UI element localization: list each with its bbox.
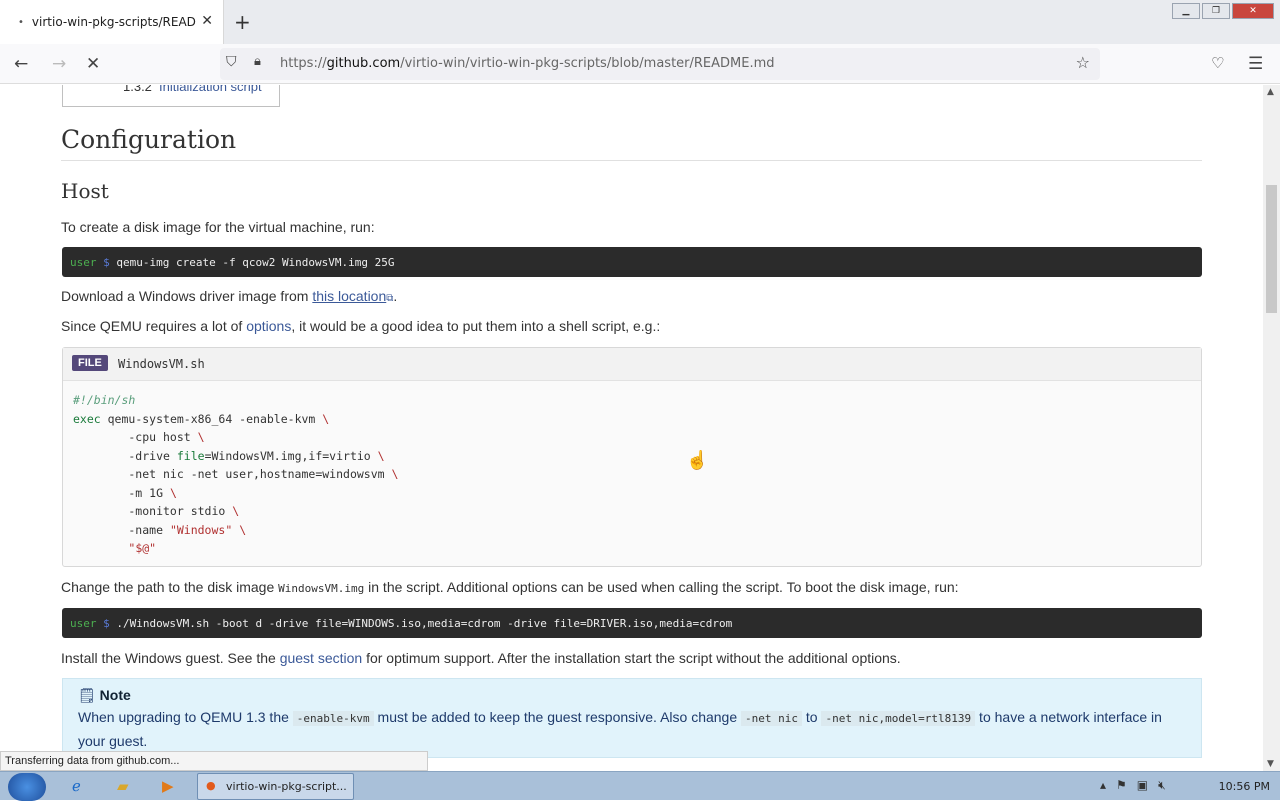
divider (61, 160, 1202, 161)
vertical-scrollbar[interactable]: ▲ ▼ (1263, 85, 1280, 771)
file-name: WindowsVM.sh (118, 357, 205, 371)
media-player-icon[interactable]: ▶ (162, 777, 174, 795)
command-block-qemu-img[interactable]: user $ qemu-img create -f qcow2 WindowsV… (62, 247, 1202, 277)
toc-number: 1.3.2 (123, 85, 152, 94)
forward-arrow-icon[interactable]: → (52, 54, 66, 74)
bookmark-star-icon[interactable]: ☆ (1076, 53, 1090, 72)
taskbar: ℯ ▰ ▶ ● virtio-win-pkg-script... ▴⚑▣🔇︎ 1… (0, 771, 1280, 801)
status-bar: Transferring data from github.com... (0, 751, 428, 771)
page-content: 1.3.2 Initialization script Configuratio… (0, 85, 1263, 771)
create-paragraph: To create a disk image for the virtual m… (61, 219, 375, 235)
file-header: FILE WindowsVM.sh (63, 348, 1201, 381)
firefox-task-button[interactable]: ● virtio-win-pkg-script... (197, 773, 354, 800)
clock[interactable]: 10:56 PM (1219, 780, 1270, 793)
command-block-boot[interactable]: user $ ./WindowsVM.sh -boot d -drive fil… (62, 608, 1202, 638)
shell-script-code[interactable]: #!/bin/sh exec qemu-system-x86_64 -enabl… (73, 391, 398, 558)
url-text[interactable]: https://github.com/virtio-win/virtio-win… (280, 56, 775, 71)
loading-dot-icon: • (18, 16, 24, 28)
stop-loading-icon[interactable]: ✕ (86, 54, 100, 74)
close-window-button[interactable]: ✕ (1232, 3, 1274, 19)
note-text: When upgrading to QEMU 1.3 the -enable-k… (78, 709, 1162, 749)
scrollbar-thumb[interactable] (1266, 185, 1277, 313)
download-paragraph: Download a Windows driver image from thi… (61, 288, 398, 304)
lock-icon[interactable]: 🔒︎ (254, 54, 261, 69)
this-location-link[interactable]: this location (312, 288, 386, 304)
menu-icon[interactable]: ☰ (1248, 54, 1263, 74)
options-link[interactable]: options (246, 318, 291, 334)
tab-title: virtio-win-pkg-scripts/READMI (31, 15, 196, 29)
host-heading: Host (61, 179, 109, 203)
note-title: Note (99, 687, 131, 703)
toc-link-initialization-script[interactable]: Initialization script (159, 85, 262, 94)
install-paragraph: Install the Windows guest. See the guest… (61, 650, 901, 666)
start-button[interactable] (8, 773, 46, 801)
configuration-heading: Configuration (61, 125, 237, 154)
file-tag-badge: FILE (72, 355, 108, 371)
table-of-contents: 1.3.2 Initialization script (62, 85, 280, 107)
tab-strip: • virtio-win-pkg-scripts/READMI ✕ + ▁ ❐ … (0, 0, 1280, 44)
internet-explorer-icon[interactable]: ℯ (72, 777, 81, 795)
restore-button[interactable]: ❐ (1202, 3, 1230, 19)
qemu-options-paragraph: Since QEMU requires a lot of options, it… (61, 318, 661, 334)
window-controls: ▁ ❐ ✕ (1172, 3, 1274, 19)
hand-cursor-icon: ☝ (686, 450, 709, 470)
close-tab-icon[interactable]: ✕ (201, 13, 213, 29)
browser-tab[interactable]: • virtio-win-pkg-scripts/READMI ✕ (0, 0, 224, 44)
change-path-paragraph: Change the path to the disk image Window… (61, 579, 959, 595)
note-icon: 🗒︎ (78, 687, 96, 703)
folder-icon[interactable]: ▰ (117, 777, 129, 795)
navigation-bar: ← → ✕ ⛉ 🔒︎ https://github.com/virtio-win… (0, 44, 1280, 84)
back-arrow-icon[interactable]: ← (14, 54, 28, 74)
firefox-icon: ● (206, 779, 216, 792)
file-code-box: FILE WindowsVM.sh #!/bin/sh exec qemu-sy… (62, 347, 1202, 567)
guest-section-link[interactable]: guest section (280, 650, 363, 666)
note-box: 🗒︎ Note When upgrading to QEMU 1.3 the -… (62, 678, 1202, 758)
shield-icon[interactable]: ⛉ (226, 54, 237, 70)
address-bar[interactable]: ⛉ 🔒︎ https://github.com/virtio-win/virti… (220, 48, 1100, 80)
new-tab-button[interactable]: + (234, 10, 251, 34)
system-tray-icons[interactable]: ▴⚑▣🔇︎ (1100, 778, 1176, 793)
minimize-button[interactable]: ▁ (1172, 3, 1200, 19)
pocket-icon[interactable]: ♡ (1211, 54, 1224, 72)
